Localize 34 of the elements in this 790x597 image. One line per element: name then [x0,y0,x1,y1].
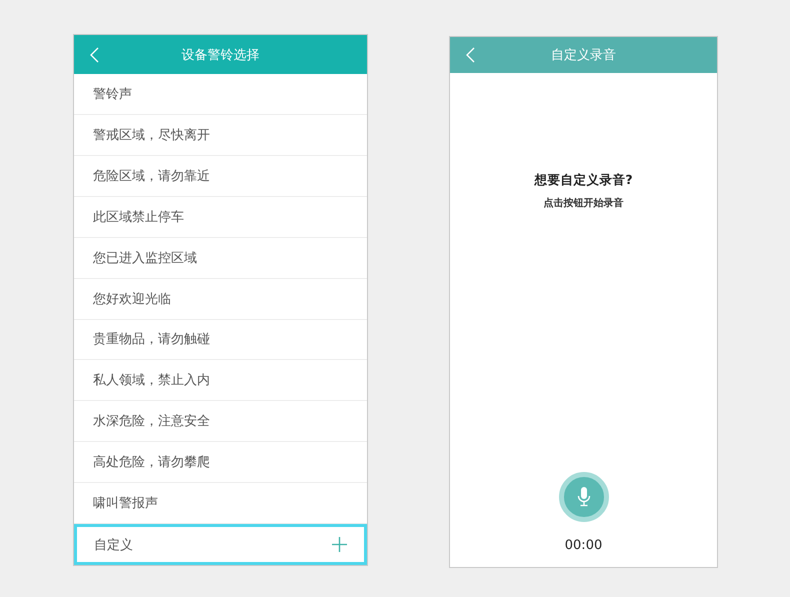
prompt-text: 想要自定义录音? [534,172,633,189]
microphone-icon [576,487,590,507]
item-label: 啸叫警报声 [93,495,158,512]
list-item[interactable]: 危险区域，请勿靠近 [74,156,367,197]
list-item[interactable]: 水深危险，注意安全 [74,401,367,442]
screen-title: 设备警铃选择 [182,46,260,64]
item-label: 危险区域，请勿靠近 [93,168,210,185]
item-label: 私人领域，禁止入内 [93,372,210,390]
item-label: 警戒区域，尽快离开 [93,126,210,144]
record-button[interactable] [558,472,608,522]
item-label: 您已进入监控区域 [93,250,197,267]
list-item[interactable]: 自定义 [74,524,367,566]
back-icon[interactable] [90,46,99,62]
list-item[interactable]: 贵重物品，请勿触碰 [74,320,367,360]
list-item[interactable]: 您好欢迎光临 [74,278,367,320]
list-item[interactable]: 警铃声 [74,74,367,115]
list-item[interactable]: 此区域禁止停车 [74,196,367,238]
list-item[interactable]: 啸叫警报声 [74,483,367,524]
item-label: 自定义 [94,536,133,554]
timer-text: 00:00 [564,538,602,553]
item-label: 贵重物品，请勿触碰 [93,331,210,348]
item-label: 您好欢迎光临 [93,290,171,308]
list-item[interactable]: 您已进入监控区域 [74,238,367,279]
list-item[interactable]: 高处危险，请勿攀爬 [74,442,367,484]
back-icon[interactable] [466,47,475,63]
plus-icon[interactable] [332,537,347,552]
hint-text: 点击按钮开始录音 [544,196,624,210]
list-item[interactable]: 私人领域，禁止入内 [74,360,367,402]
item-label: 警铃声 [93,86,132,103]
item-label: 此区域禁止停车 [93,208,184,226]
list-item[interactable]: 警戒区域，尽快离开 [74,114,367,156]
item-label: 高处危险，请勿攀爬 [93,454,210,472]
item-label: 水深危险，注意安全 [93,413,210,430]
screen-title: 自定义录音 [551,47,616,64]
